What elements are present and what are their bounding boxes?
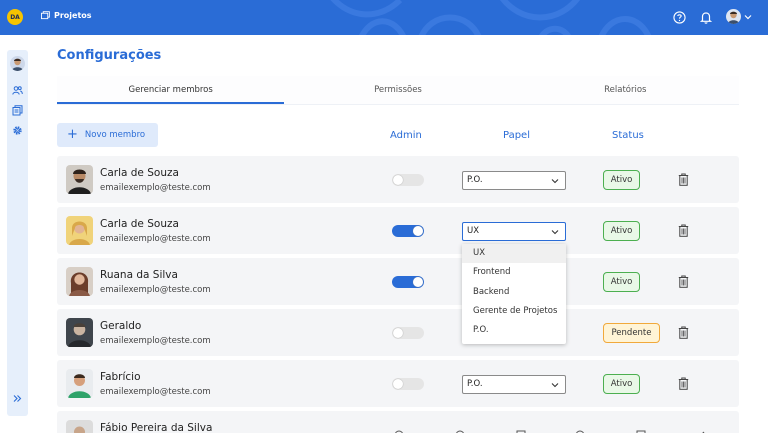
role-value: P.O. bbox=[467, 379, 483, 389]
member-name: Carla de Souza bbox=[100, 167, 179, 179]
chevron-down-icon[interactable] bbox=[744, 13, 752, 21]
role-value: P.O. bbox=[467, 175, 483, 185]
member-name: Ruana da Silva bbox=[100, 269, 178, 281]
member-photo bbox=[66, 267, 93, 296]
projects-link[interactable]: Projetos bbox=[41, 11, 92, 20]
role-option-project-manager[interactable]: Gerente de Projetos bbox=[462, 302, 566, 321]
app-logo[interactable]: DA bbox=[7, 9, 23, 25]
member-email: emailexemplo@teste.com bbox=[100, 387, 211, 397]
status-badge: Ativo bbox=[603, 221, 640, 241]
plus-icon: + bbox=[67, 127, 78, 142]
member-email: emailexemplo@teste.com bbox=[100, 234, 211, 244]
member-photo bbox=[66, 216, 93, 245]
add-member-button[interactable]: + Novo membro bbox=[57, 123, 158, 147]
member-row: Carla de Souza emailexemplo@teste.com UX… bbox=[57, 207, 739, 254]
tab-bar: Gerenciar membros Permissões Relatórios bbox=[57, 76, 739, 105]
chevron-down-icon bbox=[551, 230, 559, 235]
member-photo bbox=[66, 318, 93, 347]
role-option-po[interactable]: P.O. bbox=[462, 321, 566, 340]
column-header-admin: Admin bbox=[390, 130, 422, 141]
bell-icon[interactable] bbox=[700, 11, 712, 24]
role-select[interactable]: P.O. bbox=[462, 375, 566, 394]
role-option-backend[interactable]: Backend bbox=[462, 283, 566, 302]
admin-toggle[interactable] bbox=[392, 276, 424, 288]
admin-toggle[interactable] bbox=[392, 378, 424, 390]
role-option-ux[interactable]: UX bbox=[462, 244, 566, 264]
status-badge: Ativo bbox=[603, 374, 640, 394]
role-dropdown-menu: UX Frontend Backend Gerente de Projetos … bbox=[462, 244, 566, 344]
trash-icon[interactable] bbox=[678, 224, 689, 237]
help-circle-icon[interactable] bbox=[673, 11, 686, 24]
top-bar: DA Projetos bbox=[0, 0, 768, 35]
document-icon[interactable] bbox=[12, 105, 23, 116]
role-value: UX bbox=[467, 226, 480, 236]
member-photo bbox=[66, 165, 93, 194]
member-row: Carla de Souza emailexemplo@teste.com P.… bbox=[57, 156, 739, 203]
chevron-down-icon bbox=[551, 179, 559, 184]
sidebar bbox=[7, 50, 28, 416]
member-photo bbox=[66, 369, 93, 398]
header-pattern bbox=[330, 0, 651, 35]
status-badge: Ativo bbox=[603, 170, 640, 190]
gear-icon[interactable] bbox=[12, 125, 23, 136]
member-email: emailexemplo@teste.com bbox=[100, 336, 211, 346]
chevron-down-icon bbox=[551, 383, 559, 388]
trash-icon[interactable] bbox=[678, 275, 689, 288]
trash-icon[interactable] bbox=[678, 377, 689, 390]
member-photo bbox=[66, 420, 93, 433]
status-badge: Ativo bbox=[603, 272, 640, 292]
sidebar-avatar[interactable] bbox=[10, 56, 25, 71]
member-email: emailexemplo@teste.com bbox=[100, 183, 211, 193]
member-name: Fábio Pereira da Silva bbox=[100, 422, 213, 433]
member-name: Fabrício bbox=[100, 371, 141, 383]
column-header-status: Status bbox=[612, 130, 644, 141]
double-chevron-right-icon[interactable] bbox=[12, 393, 23, 404]
member-row: Geraldo emailexemplo@teste.com Pendente bbox=[57, 309, 739, 356]
admin-toggle[interactable] bbox=[392, 225, 424, 237]
member-name: Geraldo bbox=[100, 320, 142, 332]
trash-icon[interactable] bbox=[678, 326, 689, 339]
role-select[interactable]: UX bbox=[462, 222, 566, 241]
role-select[interactable]: P.O. bbox=[462, 171, 566, 190]
column-header-role: Papel bbox=[503, 130, 530, 141]
trash-icon[interactable] bbox=[678, 173, 689, 186]
admin-toggle[interactable] bbox=[392, 174, 424, 186]
page-title: Configurações bbox=[57, 48, 162, 63]
tab-permissions[interactable]: Permissões bbox=[284, 76, 511, 104]
users-icon[interactable] bbox=[12, 85, 23, 96]
tab-manage-members[interactable]: Gerenciar membros bbox=[57, 76, 285, 104]
member-name: Carla de Souza bbox=[100, 218, 179, 230]
projects-label: Projetos bbox=[54, 11, 92, 20]
member-email: emailexemplo@teste.com bbox=[100, 285, 211, 295]
admin-toggle[interactable] bbox=[392, 327, 424, 339]
member-row: Ruana da Silva emailexemplo@teste.com At… bbox=[57, 258, 739, 305]
tab-reports[interactable]: Relatórios bbox=[512, 76, 739, 104]
user-avatar[interactable] bbox=[726, 9, 741, 24]
status-badge: Pendente bbox=[603, 323, 660, 343]
add-member-label: Novo membro bbox=[84, 130, 146, 140]
member-row: Fábio Pereira da Silva bbox=[57, 411, 739, 433]
role-option-frontend[interactable]: Frontend bbox=[462, 263, 566, 282]
projects-icon bbox=[41, 11, 50, 20]
member-row: Fabrício emailexemplo@teste.com P.O. Ati… bbox=[57, 360, 739, 407]
